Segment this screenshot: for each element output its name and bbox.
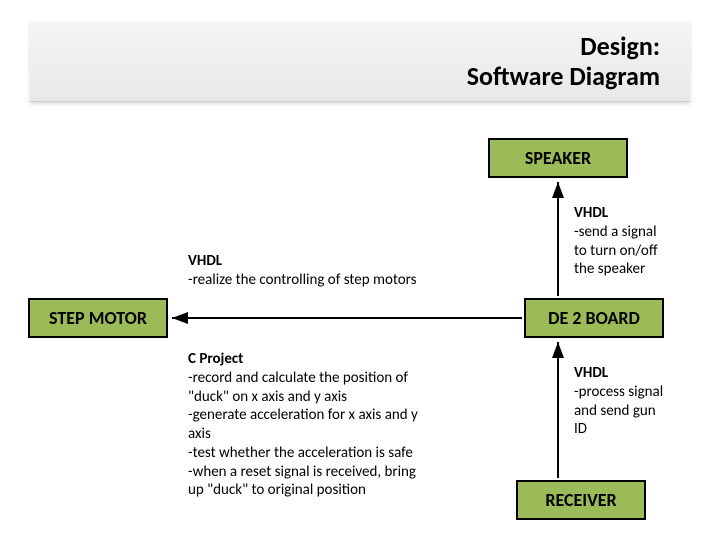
label-vhdl-speaker-l1: -send a signal (574, 223, 704, 242)
label-vhdl-speaker-l2: to turn on/off (574, 242, 704, 261)
label-vhdl-step-hd: VHDL (188, 252, 478, 271)
node-speaker: SPEAKER (488, 138, 628, 178)
node-de2-board: DE 2 BOARD (524, 298, 664, 338)
label-vhdl-receiver-l3: ID (574, 420, 704, 439)
node-step-motor-label: STEP MOTOR (49, 307, 147, 329)
title-bar: Design: Software Diagram (30, 22, 690, 102)
label-vhdl-speaker-l3: the speaker (574, 260, 704, 279)
label-c-project-l4: axis (188, 425, 478, 444)
label-vhdl-step-body: -realize the controlling of step motors (188, 271, 478, 290)
title-line-2: Software Diagram (467, 62, 660, 92)
label-c-project-l6: -when a reset signal is received, bring (188, 463, 478, 482)
label-vhdl-receiver-l1: -process signal (574, 383, 704, 402)
node-de2-board-label: DE 2 BOARD (548, 307, 640, 329)
label-c-project-l7: up "duck" to original position (188, 481, 478, 500)
label-vhdl-step: VHDL -realize the controlling of step mo… (188, 252, 478, 290)
label-vhdl-speaker-hd: VHDL (574, 204, 704, 223)
page-title: Design: Software Diagram (467, 32, 660, 92)
node-step-motor: STEP MOTOR (28, 298, 168, 338)
title-line-1: Design: (467, 32, 660, 62)
label-vhdl-speaker: VHDL -send a signal to turn on/off the s… (574, 204, 704, 279)
label-c-project-l5: -test whether the acceleration is safe (188, 444, 478, 463)
node-receiver-label: RECEIVER (545, 489, 616, 511)
node-receiver: RECEIVER (516, 480, 646, 520)
label-vhdl-receiver-l2: and send gun (574, 402, 704, 421)
label-c-project-l2: "duck" on x axis and y axis (188, 388, 478, 407)
label-c-project-l3: -generate acceleration for x axis and y (188, 406, 478, 425)
label-c-project-l1: -record and calculate the position of (188, 369, 478, 388)
label-vhdl-receiver-hd: VHDL (574, 364, 704, 383)
label-c-project: C Project -record and calculate the posi… (188, 350, 478, 500)
label-vhdl-receiver: VHDL -process signal and send gun ID (574, 364, 704, 439)
node-speaker-label: SPEAKER (525, 147, 591, 169)
label-c-project-hd: C Project (188, 350, 478, 369)
